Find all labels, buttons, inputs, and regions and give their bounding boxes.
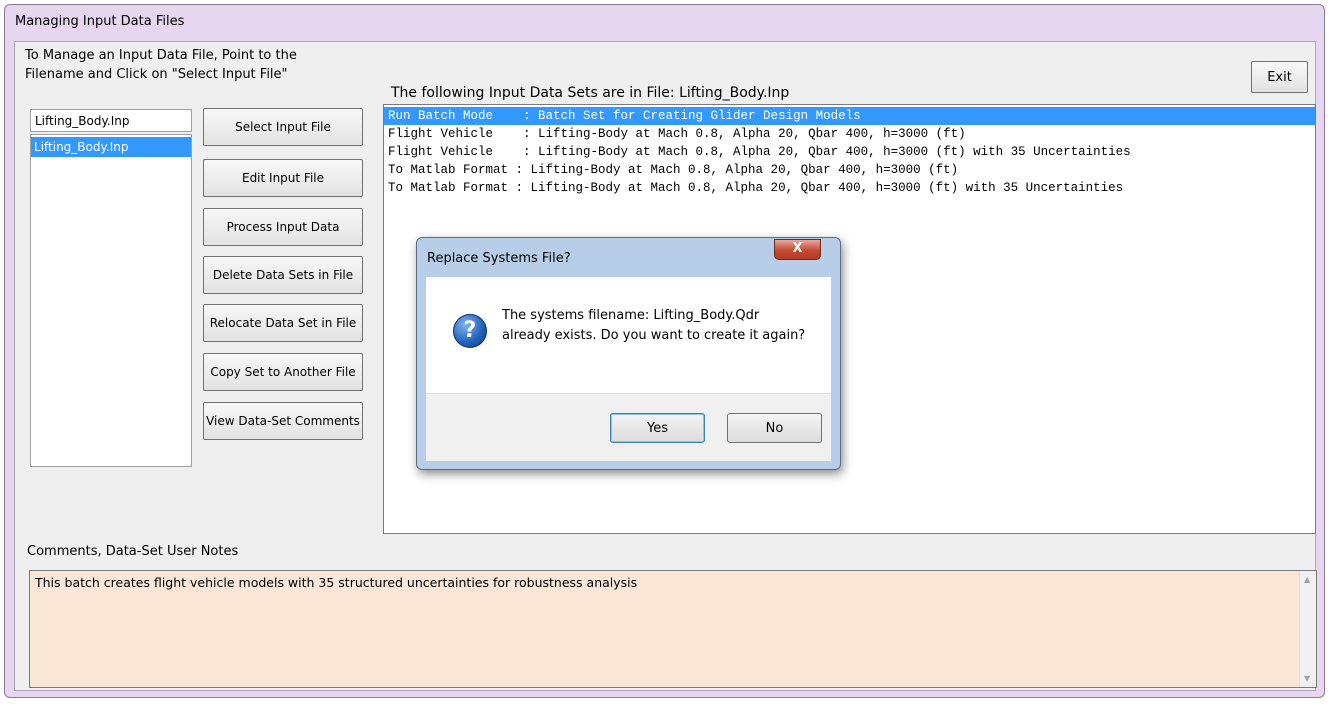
comments-scrollbar[interactable]: ▲ ▼	[1299, 571, 1316, 687]
view-comments-button[interactable]: View Data-Set Comments	[203, 402, 363, 440]
dialog-message-line-1: The systems filename: Lifting_Body.Qdr	[502, 308, 760, 323]
dialog-footer: Yes No	[426, 393, 831, 461]
relocate-data-set-button[interactable]: Relocate Data Set in File	[203, 304, 363, 342]
delete-data-sets-button[interactable]: Delete Data Sets in File	[203, 256, 363, 294]
select-input-file-button[interactable]: Select Input File	[203, 108, 363, 146]
filename-input[interactable]	[30, 109, 192, 132]
dataset-row[interactable]: Flight Vehicle : Lifting-Body at Mach 0.…	[384, 143, 1315, 161]
instruction-line-1: To Manage an Input Data File, Point to t…	[25, 48, 297, 63]
process-input-data-button[interactable]: Process Input Data	[203, 208, 363, 246]
yes-button[interactable]: Yes	[610, 413, 705, 443]
no-button[interactable]: No	[727, 413, 822, 443]
comments-text: This batch creates flight vehicle models…	[35, 575, 638, 590]
file-list-item[interactable]: Lifting_Body.Inp	[31, 137, 191, 157]
comments-label: Comments, Data-Set User Notes	[27, 544, 239, 559]
file-list[interactable]: Lifting_Body.Inp	[30, 134, 192, 467]
dialog-message-line-2: already exists. Do you want to create it…	[502, 328, 806, 343]
dataset-row[interactable]: Run Batch Mode : Batch Set for Creating …	[384, 107, 1315, 125]
replace-file-dialog: Replace Systems File? X ? The systems fi…	[416, 237, 841, 470]
dialog-body: ? The systems filename: Lifting_Body.Qdr…	[426, 277, 831, 393]
close-icon: X	[792, 241, 803, 256]
copy-set-button[interactable]: Copy Set to Another File	[203, 353, 363, 391]
comments-textarea[interactable]: This batch creates flight vehicle models…	[29, 570, 1317, 688]
scroll-up-icon[interactable]: ▲	[1304, 575, 1310, 584]
dialog-title: Replace Systems File?	[427, 251, 571, 266]
dataset-row[interactable]: To Matlab Format : Lifting-Body at Mach …	[384, 161, 1315, 179]
scroll-down-icon[interactable]: ▼	[1304, 674, 1310, 683]
dialog-message: The systems filename: Lifting_Body.Qdr a…	[502, 306, 805, 346]
exit-button[interactable]: Exit	[1251, 61, 1308, 93]
dataset-row[interactable]: To Matlab Format : Lifting-Body at Mach …	[384, 179, 1315, 197]
instruction-line-2: Filename and Click on "Select Input File…	[25, 67, 288, 82]
window-title: Managing Input Data Files	[15, 14, 185, 29]
datasets-header: The following Input Data Sets are in Fil…	[391, 85, 790, 101]
question-icon: ?	[453, 314, 487, 348]
edit-input-file-button[interactable]: Edit Input File	[203, 159, 363, 197]
dialog-close-button[interactable]: X	[774, 239, 821, 260]
dataset-row[interactable]: Flight Vehicle : Lifting-Body at Mach 0.…	[384, 125, 1315, 143]
